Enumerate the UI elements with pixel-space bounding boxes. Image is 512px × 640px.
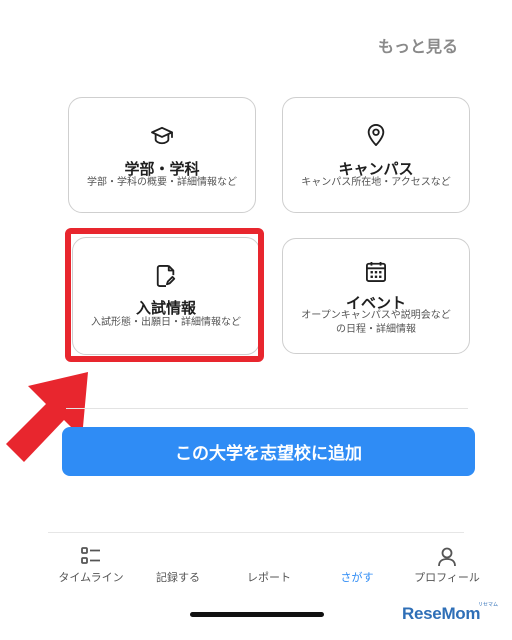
tab-search[interactable]: さがす — [327, 533, 387, 591]
tab-search-label: さがす — [340, 571, 374, 584]
tab-record[interactable]: 記録する — [146, 533, 210, 591]
location-pin-icon — [367, 123, 385, 150]
resemom-watermark-small: リセマム — [478, 602, 499, 608]
campus-card[interactable]: キャンパス キャンパス所在地・アクセスなど — [282, 97, 470, 213]
calendar-icon — [366, 261, 386, 286]
tab-record-label: 記録する — [156, 571, 200, 584]
event-card-subtitle-line2: の日程・詳細情報 — [336, 324, 416, 335]
graduation-cap-icon — [151, 126, 173, 150]
tab-report[interactable]: レポート — [239, 533, 299, 591]
timeline-list-icon — [81, 547, 101, 569]
highlight-frame — [65, 228, 264, 362]
divider — [66, 408, 468, 409]
more-link[interactable]: もっと見る — [378, 33, 458, 57]
home-indicator — [190, 612, 324, 617]
tab-timeline-label: タイムライン — [58, 571, 124, 584]
event-card-subtitle-line1: オープンキャンパスや説明会など — [301, 310, 451, 321]
add-to-wishlist-button[interactable]: この大学を志望校に追加 — [62, 427, 475, 476]
tab-timeline[interactable]: タイムライン — [54, 533, 128, 591]
partial-text-fragment — [92, 404, 162, 410]
tab-profile[interactable]: プロフィール — [408, 533, 486, 591]
tab-bar: タイムライン 記録する レポート さがす プロフィール — [48, 532, 480, 591]
campus-card-subtitle: キャンパス所在地・アクセスなど — [301, 177, 451, 188]
person-icon — [438, 547, 456, 571]
event-card[interactable]: イベント オープンキャンパスや説明会など の日程・詳細情報 — [282, 238, 470, 354]
tab-report-label: レポート — [247, 571, 291, 584]
tab-profile-label: プロフィール — [414, 571, 480, 584]
resemom-watermark: ReseMom — [402, 604, 481, 623]
faculty-card-subtitle: 学部・学科の概要・詳細情報など — [87, 177, 237, 188]
faculty-card[interactable]: 学部・学科 学部・学科の概要・詳細情報など — [68, 97, 256, 213]
